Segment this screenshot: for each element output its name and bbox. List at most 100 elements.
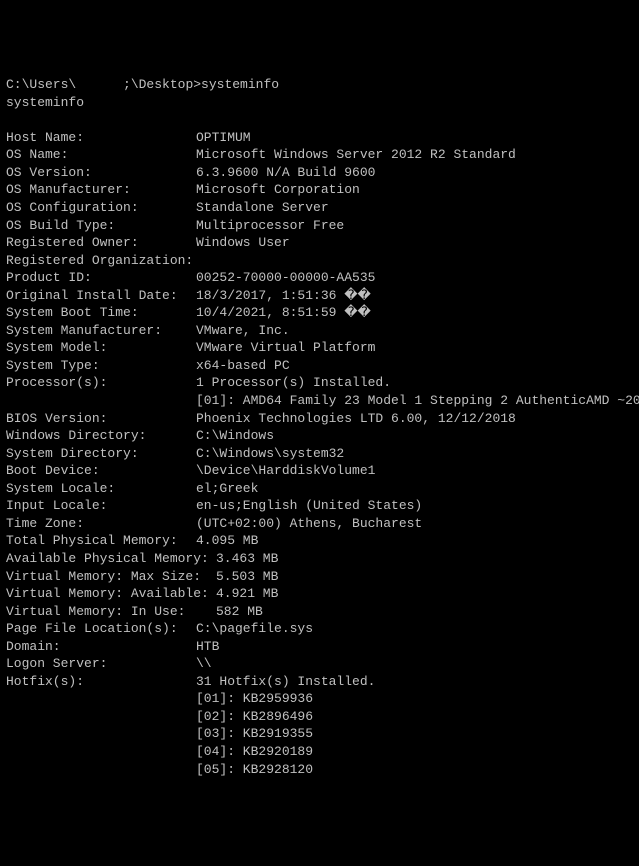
sysinfo-value: 3.463 MB [216, 550, 278, 568]
sysinfo-label: Registered Owner: [6, 234, 196, 252]
sysinfo-label: Virtual Memory: Available: [6, 585, 216, 603]
sysinfo-value: Phoenix Technologies LTD 6.00, 12/12/201… [196, 410, 516, 428]
sysinfo-label: Hotfix(s): [6, 673, 196, 691]
sysinfo-value: C:\Windows [196, 427, 274, 445]
sysinfo-value: 18/3/2017, 1:51:36 �� [196, 287, 371, 305]
sysinfo-label: System Locale: [6, 480, 196, 498]
sysinfo-label: OS Version: [6, 164, 196, 182]
sysinfo-label: System Type: [6, 357, 196, 375]
sysinfo-value: 4.921 MB [216, 585, 278, 603]
sysinfo-value: VMware Virtual Platform [196, 339, 375, 357]
sysinfo-value: (UTC+02:00) Athens, Bucharest [196, 515, 422, 533]
command-echo: systeminfo [6, 94, 633, 112]
command-prompt-line: C:\Users\ ;\Desktop>systeminfo [6, 76, 633, 94]
sysinfo-label: Logon Server: [6, 655, 196, 673]
sysinfo-label: Host Name: [6, 129, 196, 147]
sysinfo-value: Multiprocessor Free [196, 217, 344, 235]
logon-server-redacted [212, 656, 267, 671]
sysinfo-value: 31 Hotfix(s) Installed. [196, 673, 375, 691]
prompt-path-suffix: ;\Desktop> [123, 77, 201, 92]
sysinfo-value: 1 Processor(s) Installed. [196, 374, 391, 392]
sysinfo-row: System Boot Time:10/4/2021, 8:51:59 �� [6, 304, 633, 322]
sysinfo-row: OS Version:6.3.9600 N/A Build 9600 [6, 164, 633, 182]
sysinfo-label: Processor(s): [6, 374, 196, 392]
sysinfo-value: 10/4/2021, 8:51:59 �� [196, 304, 371, 322]
sysinfo-value: Microsoft Windows Server 2012 R2 Standar… [196, 146, 516, 164]
sysinfo-label: Virtual Memory: Max Size: [6, 568, 216, 586]
sysinfo-row: Boot Device:\Device\HarddiskVolume1 [6, 462, 633, 480]
sysinfo-row: Virtual Memory: Max Size:5.503 MB [6, 568, 633, 586]
sysinfo-row: OS Build Type:Multiprocessor Free [6, 217, 633, 235]
hotfix-item: [01]: KB2959936 [6, 690, 633, 708]
sysinfo-row: System Type:x64-based PC [6, 357, 633, 375]
sysinfo-row: Registered Organization: [6, 252, 633, 270]
sysinfo-label: System Manufacturer: [6, 322, 196, 340]
sysinfo-row: Windows Directory:C:\Windows [6, 427, 633, 445]
sysinfo-value: HTB [196, 638, 219, 656]
sysinfo-label: Total Physical Memory: [6, 532, 196, 550]
sysinfo-row: System Directory:C:\Windows\system32 [6, 445, 633, 463]
sysinfo-value: OPTIMUM [196, 129, 251, 147]
sysinfo-row: Domain:HTB [6, 638, 633, 656]
hotfix-item: [02]: KB2896496 [6, 708, 633, 726]
sysinfo-row: Input Locale:en-us;English (United State… [6, 497, 633, 515]
sysinfo-label: Registered Organization: [6, 252, 196, 270]
sysinfo-value: \Device\HarddiskVolume1 [196, 462, 375, 480]
hotfix-item: [04]: KB2920189 [6, 743, 633, 761]
sysinfo-row: OS Name:Microsoft Windows Server 2012 R2… [6, 146, 633, 164]
sysinfo-row: Available Physical Memory:3.463 MB [6, 550, 633, 568]
sysinfo-value: Windows User [196, 234, 290, 252]
prompt-redacted-user [76, 77, 123, 92]
sysinfo-label: Available Physical Memory: [6, 550, 216, 568]
sysinfo-row: Virtual Memory: In Use:582 MB [6, 603, 633, 621]
sysinfo-row: Page File Location(s):C:\pagefile.sys [6, 620, 633, 638]
sysinfo-label: Domain: [6, 638, 196, 656]
sysinfo-row: Host Name:OPTIMUM [6, 129, 633, 147]
sysinfo-value: el;Greek [196, 480, 258, 498]
sysinfo-label: Product ID: [6, 269, 196, 287]
sysinfo-row: Total Physical Memory:4.095 MB [6, 532, 633, 550]
sysinfo-label: OS Manufacturer: [6, 181, 196, 199]
sysinfo-label: BIOS Version: [6, 410, 196, 428]
sysinfo-row: Virtual Memory: Available:4.921 MB [6, 585, 633, 603]
sysinfo-value: Standalone Server [196, 199, 329, 217]
sysinfo-value: C:\Windows\system32 [196, 445, 344, 463]
sysinfo-row: Processor(s):1 Processor(s) Installed. [6, 374, 633, 392]
sysinfo-label: System Model: [6, 339, 196, 357]
sysinfo-label: System Directory: [6, 445, 196, 463]
sysinfo-label: Virtual Memory: In Use: [6, 603, 216, 621]
sysinfo-value: VMware, Inc. [196, 322, 290, 340]
sysinfo-value: 00252-70000-00000-AA535 [196, 269, 375, 287]
sysinfo-row-logon-server: Logon Server:\\ [6, 655, 633, 673]
sysinfo-value: 5.503 MB [216, 568, 278, 586]
sysinfo-row: OS Configuration:Standalone Server [6, 199, 633, 217]
prompt-path-prefix: C:\Users\ [6, 77, 76, 92]
sysinfo-label: Input Locale: [6, 497, 196, 515]
sysinfo-label: OS Build Type: [6, 217, 196, 235]
hotfix-item: [03]: KB2919355 [6, 725, 633, 743]
sysinfo-value: x64-based PC [196, 357, 290, 375]
sysinfo-label: OS Configuration: [6, 199, 196, 217]
sysinfo-row: Product ID:00252-70000-00000-AA535 [6, 269, 633, 287]
sysinfo-row: OS Manufacturer:Microsoft Corporation [6, 181, 633, 199]
sysinfo-row: BIOS Version:Phoenix Technologies LTD 6.… [6, 410, 633, 428]
sysinfo-label: Time Zone: [6, 515, 196, 533]
sysinfo-row: System Model:VMware Virtual Platform [6, 339, 633, 357]
sysinfo-row: System Locale:el;Greek [6, 480, 633, 498]
sysinfo-row: System Manufacturer:VMware, Inc. [6, 322, 633, 340]
sysinfo-value: 6.3.9600 N/A Build 9600 [196, 164, 375, 182]
sysinfo-label: Original Install Date: [6, 287, 196, 305]
sysinfo-label: OS Name: [6, 146, 196, 164]
sysinfo-value: \\ [196, 655, 266, 673]
command-input[interactable]: systeminfo [201, 77, 279, 92]
sysinfo-label: System Boot Time: [6, 304, 196, 322]
sysinfo-label: Boot Device: [6, 462, 196, 480]
sysinfo-label: Windows Directory: [6, 427, 196, 445]
hotfix-item: [05]: KB2928120 [6, 761, 633, 779]
logon-server-prefix: \\ [196, 656, 212, 671]
sysinfo-row-hotfix: Hotfix(s):31 Hotfix(s) Installed. [6, 673, 633, 691]
sysinfo-row: Original Install Date:18/3/2017, 1:51:36… [6, 287, 633, 305]
sysinfo-value: 582 MB [216, 603, 263, 621]
sysinfo-row: Time Zone:(UTC+02:00) Athens, Bucharest [6, 515, 633, 533]
sysinfo-value: en-us;English (United States) [196, 497, 422, 515]
